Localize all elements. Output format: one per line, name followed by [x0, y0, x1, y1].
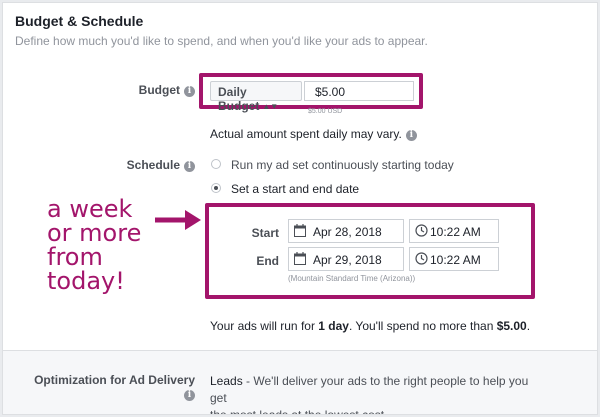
- annotation-line: a week: [47, 195, 133, 223]
- calendar-icon: [294, 224, 306, 237]
- start-time-input[interactable]: 10:22 AM: [409, 219, 499, 243]
- clock-icon: [415, 252, 428, 265]
- optimization-value: Leads: [210, 374, 243, 388]
- end-time-input[interactable]: 10:22 AM: [409, 247, 499, 271]
- budget-amount-value: $5.00: [315, 85, 346, 99]
- budget-type-select[interactable]: Daily Budget ▲▼: [210, 81, 302, 113]
- optimization-desc-1: - We'll deliver your ads to the right pe…: [210, 374, 529, 405]
- timezone-note: (Mountain Standard Time (Arizona)): [288, 274, 416, 283]
- summary-mid: . You'll spend no more than: [348, 319, 497, 333]
- start-label: Start: [251, 226, 279, 240]
- schedule-label-text: Schedule: [126, 158, 180, 172]
- optimization-line-1: Leads - We'll deliver your ads to the ri…: [210, 373, 540, 407]
- optimization-desc-2: the most leads at the lowest cost.: [210, 408, 388, 415]
- arrow-right-icon: [155, 210, 201, 230]
- end-date-input[interactable]: Apr 29, 2018: [288, 247, 404, 271]
- budget-amount-input[interactable]: $5.00: [304, 81, 414, 101]
- end-date-value: Apr 29, 2018: [313, 253, 382, 267]
- optimization-description: Leads - We'll deliver your ads to the ri…: [210, 373, 540, 415]
- run-summary: Your ads will run for 1 day. You'll spen…: [210, 319, 530, 333]
- optimization-label-text: Optimization for Ad Delivery: [34, 373, 195, 387]
- start-date-value: Apr 28, 2018: [313, 225, 382, 239]
- option-start-end-label[interactable]: Set a start and end date: [231, 182, 359, 196]
- option-continuous-label[interactable]: Run my ad set continuously starting toda…: [231, 158, 454, 172]
- annotation-line: or more: [47, 219, 142, 247]
- info-icon[interactable]: i: [184, 161, 195, 172]
- radio-continuous[interactable]: [211, 159, 221, 169]
- end-label: End: [256, 254, 279, 268]
- summary-suffix: .: [526, 319, 531, 333]
- annotation-line: today!: [47, 267, 125, 295]
- calendar-icon: [294, 252, 306, 265]
- section-title: Budget & Schedule: [15, 13, 144, 29]
- section-subtitle: Define how much you'd like to spend, and…: [15, 34, 428, 48]
- budget-hint: Actual amount spent daily may vary. i: [210, 127, 417, 141]
- budget-label-text: Budget: [138, 83, 180, 97]
- info-icon[interactable]: i: [184, 86, 195, 97]
- start-date-input[interactable]: Apr 28, 2018: [288, 219, 404, 243]
- summary-amount: $5.00: [496, 319, 527, 333]
- schedule-label: Schedule i: [121, 158, 195, 172]
- budget-schedule-panel: Budget & Schedule Define how much you'd …: [2, 2, 598, 415]
- annotation-text: a week or more from today!: [47, 197, 167, 293]
- radio-start-end[interactable]: [211, 183, 221, 193]
- annotation-line: from: [47, 243, 103, 271]
- info-icon[interactable]: i: [405, 130, 417, 141]
- budget-label: Budget i: [131, 83, 195, 97]
- info-icon[interactable]: i: [184, 390, 195, 401]
- start-time-value: 10:22 AM: [430, 225, 481, 239]
- optimization-label: Optimization for Ad Delivery i: [23, 373, 195, 401]
- budget-type-value: Daily Budget: [218, 85, 260, 113]
- summary-duration: 1 day: [318, 319, 349, 333]
- budget-hint-text: Actual amount spent daily may vary.: [210, 127, 402, 141]
- chevron-updown-icon: ▲▼: [262, 102, 279, 111]
- currency-note: $5.00 USD: [308, 108, 343, 115]
- summary-prefix: Your ads will run for: [210, 319, 319, 333]
- end-time-value: 10:22 AM: [430, 253, 481, 267]
- clock-icon: [415, 224, 428, 237]
